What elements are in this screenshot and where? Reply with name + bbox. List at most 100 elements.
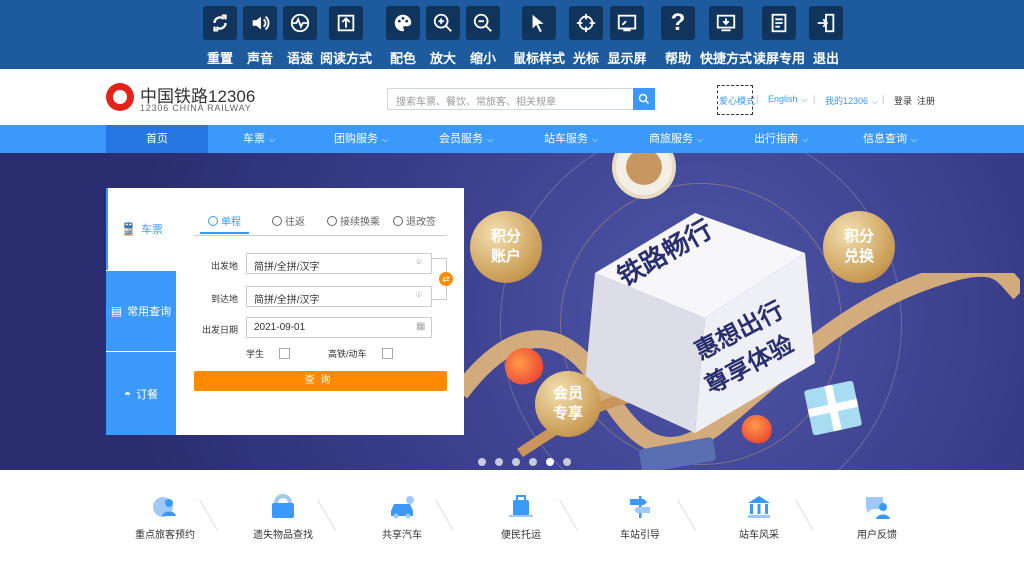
nav-group-service[interactable]: 团购服务 ⌵ <box>310 125 412 153</box>
color-scheme-label: 配色 <box>389 51 417 66</box>
medal-points-exchange[interactable]: 积分 兑换 <box>823 211 895 283</box>
ticket-search-panel: 🚆 车票 ▤ 常用查询 ◓ 订餐 单程 往返 接续换乘 退改签 出发地 简拼/全… <box>106 188 464 435</box>
carousel-dot[interactable] <box>529 458 537 466</box>
read-mode-button[interactable]: 阅读方式 <box>319 6 373 66</box>
nav-info-query[interactable]: 信息查询 ⌵ <box>836 125 944 153</box>
nav-member-service[interactable]: 会员服务 ⌵ <box>412 125 520 153</box>
search-input[interactable]: 搜索车票、餐饮、常旅客、相关规章 <box>387 88 633 110</box>
tab-one-way[interactable]: 单程 <box>200 213 249 234</box>
nav-member-service-label: 会员服务 <box>438 133 483 145</box>
zoom-out-label: 缩小 <box>469 51 497 66</box>
carousel-dot[interactable] <box>512 458 520 466</box>
carousel-dots <box>478 453 580 470</box>
shortcut-button[interactable]: 快捷方式 <box>699 6 753 66</box>
medal-points-account[interactable]: 积分 账户 <box>470 211 542 283</box>
carousel-dot-active[interactable] <box>546 458 554 466</box>
lost-items-icon <box>269 494 297 520</box>
swap-stations-icon[interactable]: ⇄ <box>439 272 453 286</box>
display-button[interactable]: 显示屏 <box>602 6 652 66</box>
station-icon <box>745 494 773 520</box>
from-placeholder: 简拼/全拼/汉字 <box>254 262 320 273</box>
query-button[interactable]: 查询 <box>194 371 447 391</box>
medal-text: 专享 <box>552 405 583 422</box>
nav-info-query-label: 信息查询 <box>862 133 907 145</box>
nav-home[interactable]: 首页 <box>106 125 208 153</box>
priority-passenger-icon <box>151 494 179 520</box>
speed-button[interactable]: 语速 <box>275 6 325 66</box>
tab-refund-change[interactable]: 退改签 <box>393 213 436 228</box>
nav-travel-guide[interactable]: 出行指南 ⌵ <box>730 125 832 153</box>
radio-icon <box>393 215 403 226</box>
chevron-down-icon: ⌵ <box>910 135 918 144</box>
radio-icon <box>327 215 337 226</box>
carousel-dot[interactable] <box>563 458 571 466</box>
reset-label: 重置 <box>206 51 234 66</box>
service-station-guide[interactable]: 车站引导 <box>590 494 690 541</box>
carousel-dot[interactable] <box>495 458 503 466</box>
cursor-style-button[interactable]: 鼠标样式 <box>512 6 566 66</box>
service-feedback[interactable]: 用户反馈 <box>827 494 927 541</box>
medal-text: 兑换 <box>843 248 874 265</box>
zoom-out-button[interactable]: 缩小 <box>458 6 508 66</box>
railway-logo-icon[interactable] <box>106 83 134 111</box>
exit-icon <box>809 6 843 40</box>
english-link[interactable]: English ⌵ <box>768 94 808 105</box>
service-label: 便民托运 <box>501 530 541 541</box>
feedback-icon <box>863 494 891 520</box>
to-station-input[interactable]: 简拼/全拼/汉字 ⌾ <box>246 286 432 307</box>
tab-transfer[interactable]: 接续换乘 <box>327 213 380 228</box>
help-icon: ? <box>661 6 695 40</box>
service-luggage[interactable]: 便民托运 <box>471 494 571 541</box>
tab-label: 退改签 <box>406 217 436 228</box>
nav-travel-guide-label: 出行指南 <box>753 133 798 145</box>
student-checkbox[interactable]: 学生 <box>246 347 291 360</box>
location-pin-icon: ⌾ <box>416 257 422 268</box>
help-label: 帮助 <box>664 51 692 66</box>
from-label: 出发地 <box>210 261 238 271</box>
from-station-input[interactable]: 简拼/全拼/汉字 ⌾ <box>246 253 432 274</box>
exit-label: 退出 <box>812 51 840 66</box>
read-mode-label: 阅读方式 <box>319 51 373 66</box>
carousel-dot[interactable] <box>478 458 486 466</box>
tab-label: 单程 <box>221 217 241 228</box>
side-tab-tickets[interactable]: 🚆 车票 <box>106 188 176 270</box>
medal-text: 会员 <box>552 385 583 402</box>
chevron-down-icon: ⌵ <box>268 135 276 144</box>
highspeed-label: 高铁/动车 <box>328 349 367 359</box>
service-label: 站车风采 <box>739 530 779 541</box>
chevron-down-icon: ⌵ <box>381 135 389 144</box>
my12306-label: 我的12306 <box>825 96 869 106</box>
main-nav: 首页 车票 ⌵ 团购服务 ⌵ 会员服务 ⌵ 站车服务 ⌵ 商旅服务 ⌵ 出行指南 ⌵ 信息查… <box>0 125 1024 153</box>
tab-round-trip[interactable]: 往返 <box>272 213 305 228</box>
side-tab-common-query[interactable]: ▤ 常用查询 <box>106 270 176 352</box>
departure-date-input[interactable]: 2021-09-01 ▦ <box>246 317 432 338</box>
care-mode-link[interactable]: 爱心模式 <box>719 94 755 107</box>
crosshair-label: 光标 <box>572 51 600 66</box>
speed-label: 语速 <box>286 51 314 66</box>
refresh-icon <box>203 6 237 40</box>
nav-station-service[interactable]: 站车服务 ⌵ <box>520 125 622 153</box>
exit-button[interactable]: 退出 <box>801 6 851 66</box>
medal-member-exclusive[interactable]: 会员 专享 <box>535 371 601 437</box>
english-label: English <box>768 94 798 104</box>
zoom-in-label: 放大 <box>429 51 457 66</box>
cursor-icon <box>522 6 556 40</box>
shortcut-label: 快捷方式 <box>699 51 753 66</box>
service-label: 重点旅客预约 <box>135 530 195 541</box>
nav-business-service[interactable]: 商旅服务 ⌵ <box>622 125 730 153</box>
nav-tickets[interactable]: 车票 ⌵ <box>208 125 310 153</box>
crosshair-icon <box>569 6 603 40</box>
nav-home-label: 首页 <box>146 133 168 145</box>
cursor-style-label: 鼠标样式 <box>512 51 566 66</box>
chevron-down-icon: ⌵ <box>872 97 879 106</box>
service-station-style[interactable]: 站车风采 <box>709 494 809 541</box>
register-link[interactable]: 注册 <box>917 94 935 107</box>
my12306-link[interactable]: 我的12306 ⌵ <box>825 94 878 107</box>
side-tab-meal[interactable]: ◓ 订餐 <box>106 352 176 435</box>
login-link[interactable]: 登录 <box>894 94 912 107</box>
highspeed-checkbox[interactable]: 高铁/动车 <box>328 347 393 360</box>
search-button[interactable] <box>633 88 655 110</box>
help-button[interactable]: ? 帮助 <box>653 6 703 66</box>
trip-type-tabs: 单程 往返 接续换乘 退改签 <box>194 213 447 236</box>
screen-reader-button[interactable]: 读屏专用 <box>753 6 805 66</box>
